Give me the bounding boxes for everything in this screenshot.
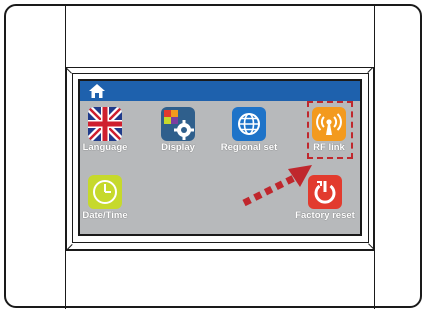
pointer-arrow-icon xyxy=(242,165,312,207)
display-settings-icon xyxy=(161,107,195,141)
tile-regional-set[interactable]: Regional set xyxy=(214,107,284,153)
tile-label: Regional set xyxy=(220,142,278,153)
frame-divider-bottom xyxy=(65,250,374,251)
rf-link-highlight-box xyxy=(307,101,353,159)
tile-label: Language xyxy=(82,142,128,153)
home-icon[interactable] xyxy=(88,83,106,99)
tile-label: Factory reset xyxy=(295,210,355,221)
tile-language[interactable]: Language xyxy=(80,107,130,153)
clock-icon xyxy=(88,175,122,209)
frame-divider-right xyxy=(374,4,375,309)
uk-flag-icon xyxy=(88,107,122,141)
touch-screen: Language Display Regional set RF link Da… xyxy=(78,79,362,236)
tile-display[interactable]: Display xyxy=(150,107,206,153)
tile-date-time[interactable]: Date/Time xyxy=(80,175,130,221)
tile-label: Display xyxy=(161,142,195,153)
tile-label: Date/Time xyxy=(82,210,128,221)
globe-icon xyxy=(232,107,266,141)
top-bar xyxy=(80,81,360,101)
